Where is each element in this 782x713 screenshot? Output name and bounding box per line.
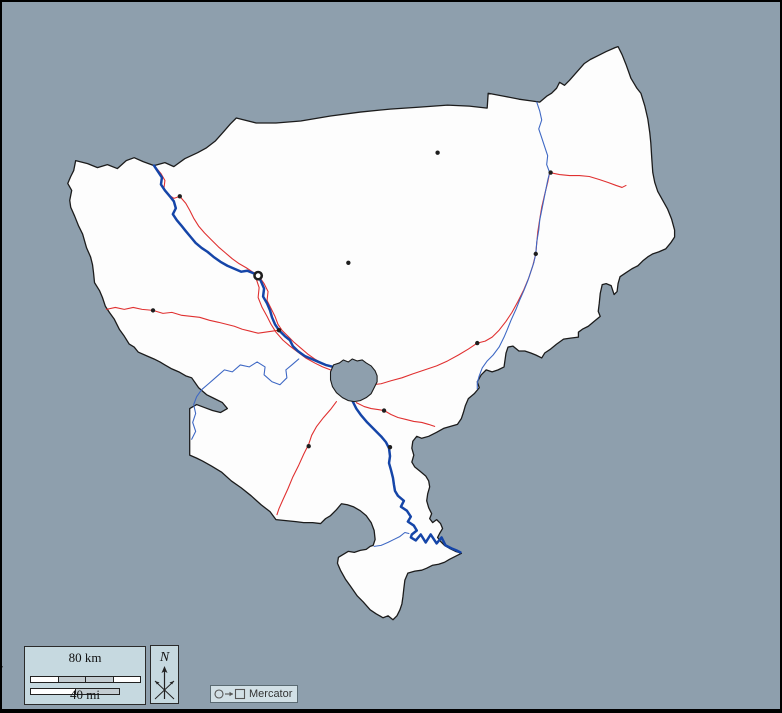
north-arrow-box: N <box>150 645 179 704</box>
map-page: 80 km 40 mi N Mercator <box>0 0 782 713</box>
projection-label: Mercator <box>249 688 292 700</box>
scale-segment <box>86 677 114 682</box>
city-dot <box>151 308 155 312</box>
city-dot <box>277 328 281 332</box>
scale-mi-label: 40 mi <box>25 687 145 702</box>
city-dot <box>346 261 350 265</box>
scale-bar-box: 80 km 40 mi <box>24 646 146 705</box>
city-dot <box>307 444 311 448</box>
scale-km-bar <box>30 676 141 683</box>
copyright-text: © d-maps.com <box>0 635 4 701</box>
city-dot <box>178 194 182 198</box>
scale-km-label: 80 km <box>25 650 145 665</box>
scale-segment <box>59 677 87 682</box>
city-dot <box>548 170 552 174</box>
city-dot <box>382 408 386 412</box>
scale-segment <box>31 677 59 682</box>
city-dot <box>475 341 479 345</box>
region-outline <box>68 47 675 620</box>
projection-icon <box>214 688 246 700</box>
city-dot <box>534 252 538 256</box>
city-dot <box>435 151 439 155</box>
scale-segment <box>114 677 141 682</box>
capital-city-ring <box>254 272 261 279</box>
map-canvas <box>2 2 780 709</box>
city-dot <box>388 445 392 449</box>
north-label: N <box>151 650 178 666</box>
north-arrow-icon <box>151 666 178 702</box>
projection-box: Mercator <box>210 685 298 703</box>
